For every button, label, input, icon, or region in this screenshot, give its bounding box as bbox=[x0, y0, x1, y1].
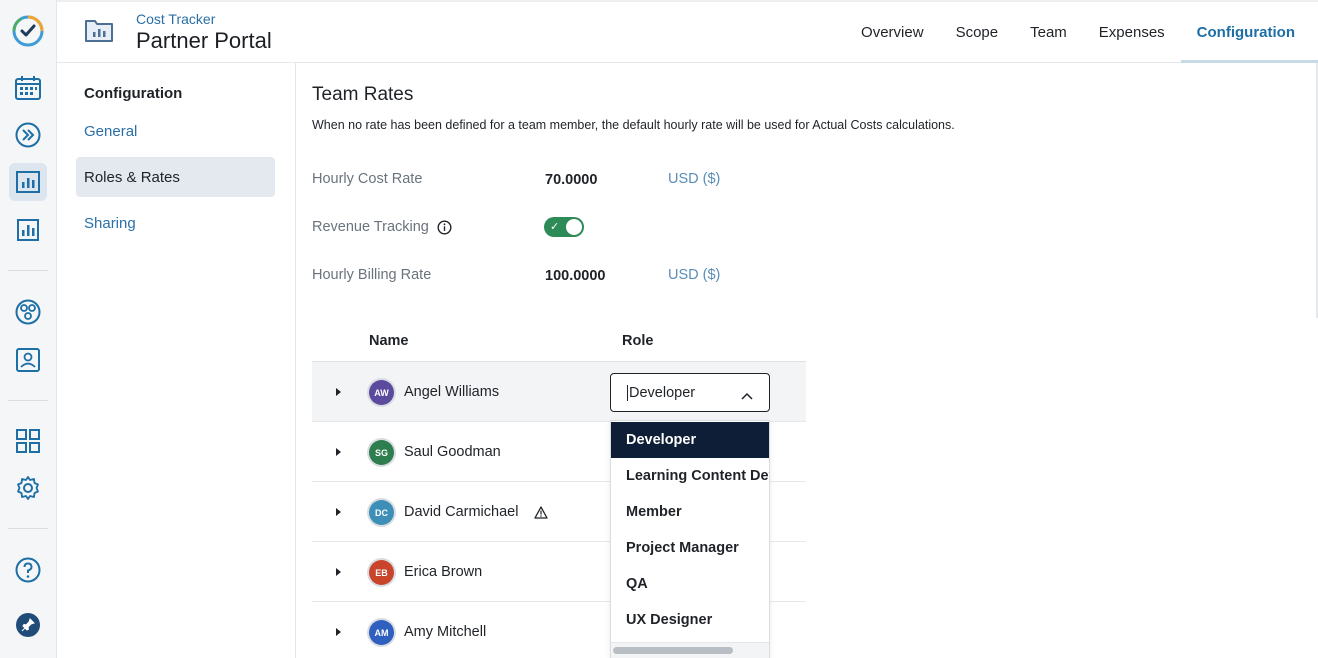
member-name: Amy Mitchell bbox=[404, 624, 487, 640]
avatar: SG bbox=[369, 440, 394, 465]
hourly-billing-value[interactable]: 100.0000 bbox=[545, 268, 605, 284]
forward-icon[interactable] bbox=[9, 116, 47, 154]
tab-scope[interactable]: Scope bbox=[940, 2, 1015, 63]
team-icon[interactable] bbox=[9, 293, 47, 331]
role-option-project-manager[interactable]: Project Manager bbox=[611, 530, 769, 566]
revenue-tracking-label: Revenue Tracking bbox=[312, 219, 452, 235]
help-icon[interactable] bbox=[9, 551, 47, 589]
member-name: Angel Williams bbox=[404, 384, 500, 400]
role-option-member[interactable]: Member bbox=[611, 494, 769, 530]
hourly-billing-label-text: Hourly Billing Rate bbox=[312, 267, 432, 283]
rail-divider bbox=[8, 270, 48, 271]
role-option-qa[interactable]: QA bbox=[611, 566, 769, 602]
menu-scroll-track[interactable] bbox=[611, 642, 769, 658]
tab-configuration[interactable]: Configuration bbox=[1180, 2, 1318, 63]
top-nav: Overview Scope Team Expenses Configurati… bbox=[845, 2, 1318, 63]
expand-caret-icon[interactable] bbox=[336, 508, 341, 516]
pin-icon[interactable] bbox=[9, 606, 47, 644]
role-option-developer[interactable]: Developer bbox=[611, 422, 769, 458]
hourly-billing-label: Hourly Billing Rate bbox=[312, 267, 431, 283]
gear-icon[interactable] bbox=[9, 469, 47, 507]
hourly-cost-unit: USD ($) bbox=[668, 171, 721, 187]
report-icon[interactable] bbox=[9, 163, 47, 201]
role-select[interactable]: Developer bbox=[610, 373, 770, 412]
apps-grid-icon[interactable] bbox=[9, 422, 47, 460]
contact-icon[interactable] bbox=[9, 341, 47, 379]
avatar: EB bbox=[369, 560, 394, 585]
expand-caret-icon[interactable] bbox=[336, 628, 341, 636]
column-header-role[interactable]: Role bbox=[622, 333, 653, 349]
member-name: Erica Brown bbox=[404, 564, 483, 580]
role-option-learning-content-developer[interactable]: Learning Content Developer bbox=[611, 458, 769, 494]
app-header: Cost Tracker Partner Portal Overview Sco… bbox=[57, 0, 1318, 63]
portfolio-folder-icon bbox=[85, 18, 113, 47]
settings-sidebar: Configuration General Roles & Rates Shar… bbox=[57, 63, 296, 658]
section-description: When no rate has been defined for a team… bbox=[312, 118, 955, 132]
calendar-icon[interactable] bbox=[9, 69, 47, 107]
avatar: AW bbox=[369, 380, 394, 405]
role-option-ux-designer[interactable]: UX Designer bbox=[611, 602, 769, 638]
rail-divider bbox=[8, 400, 48, 401]
expand-caret-icon[interactable] bbox=[336, 388, 341, 396]
expand-caret-icon[interactable] bbox=[336, 448, 341, 456]
checkmark-logo-icon[interactable] bbox=[9, 12, 47, 50]
left-rail bbox=[0, 0, 57, 658]
avatar: DC bbox=[369, 500, 394, 525]
section-title: Team Rates bbox=[312, 84, 414, 105]
member-name: David Carmichael bbox=[404, 504, 519, 520]
tab-expenses[interactable]: Expenses bbox=[1083, 2, 1181, 63]
expand-caret-icon[interactable] bbox=[336, 568, 341, 576]
bar-chart-icon[interactable] bbox=[9, 211, 47, 249]
page-title: Partner Portal bbox=[136, 28, 272, 53]
member-name: Saul Goodman bbox=[404, 444, 501, 460]
sidebar-item-roles-rates[interactable]: Roles & Rates bbox=[76, 157, 275, 197]
revenue-tracking-label-text: Revenue Tracking bbox=[312, 219, 429, 235]
role-dropdown-menu: Developer Learning Content Developer Mem… bbox=[610, 420, 770, 658]
rail-divider bbox=[8, 528, 48, 529]
revenue-tracking-toggle[interactable]: ✓ bbox=[544, 217, 584, 237]
main-content: Team Rates When no rate has been defined… bbox=[296, 63, 1318, 658]
role-select-value: Developer bbox=[627, 385, 696, 401]
chevron-up-icon bbox=[741, 387, 753, 405]
hourly-cost-label-text: Hourly Cost Rate bbox=[312, 171, 423, 187]
app-subtitle[interactable]: Cost Tracker bbox=[136, 11, 215, 27]
warning-icon[interactable] bbox=[534, 506, 548, 524]
column-header-name[interactable]: Name bbox=[369, 333, 409, 349]
tab-team[interactable]: Team bbox=[1014, 2, 1083, 63]
tab-overview[interactable]: Overview bbox=[845, 2, 940, 63]
hourly-cost-value[interactable]: 70.0000 bbox=[545, 172, 597, 188]
sidebar-item-general[interactable]: General bbox=[76, 111, 275, 151]
check-icon: ✓ bbox=[550, 221, 560, 233]
hourly-cost-label: Hourly Cost Rate bbox=[312, 171, 422, 187]
avatar: AM bbox=[369, 620, 394, 645]
sidebar-item-sharing[interactable]: Sharing bbox=[76, 203, 275, 243]
hourly-billing-unit: USD ($) bbox=[668, 267, 721, 283]
info-icon[interactable] bbox=[437, 219, 452, 235]
toggle-knob bbox=[566, 219, 582, 235]
horizontal-scrollbar-thumb[interactable] bbox=[613, 647, 733, 654]
sidebar-heading: Configuration bbox=[84, 85, 183, 102]
